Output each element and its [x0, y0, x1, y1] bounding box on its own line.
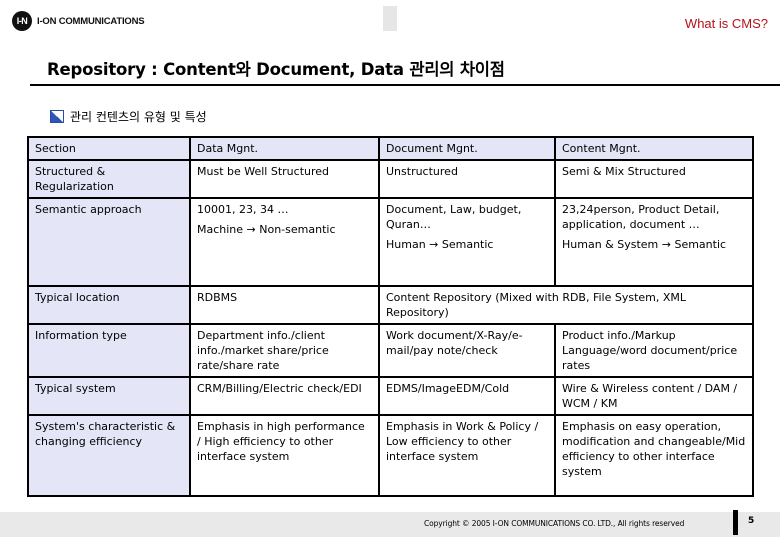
cell-text: CRM/Billing/Electric check/EDI — [197, 382, 362, 395]
cell-text: Semi & Mix Structured — [562, 165, 686, 178]
row-section-cell: Information type — [27, 323, 191, 378]
subheading-text: 관리 컨텐츠의 유형 및 특성 — [70, 110, 207, 124]
document-mgnt-cell: Document, Law, budget, Quran… Human → Se… — [378, 197, 556, 287]
table-row: Typical system CRM/Billing/Electric chec… — [27, 376, 754, 416]
cell-text: 23,24person, Product Detail, application… — [562, 203, 720, 231]
page-number: 5 — [748, 516, 755, 526]
document-mgnt-cell: Work document/X-Ray/e-mail/pay note/chec… — [378, 323, 556, 378]
header-document-mgnt: Document Mgnt. — [378, 136, 556, 161]
cell-text: Work document/X-Ray/e-mail/pay note/chec… — [386, 329, 523, 357]
cell-text: Human → Semantic — [386, 238, 494, 251]
data-mgnt-cell: Department info./client info./market sha… — [189, 323, 380, 378]
row-section-cell: System's characteristic & changing effic… — [27, 414, 191, 497]
cell-text: Emphasis in high performance / High effi… — [197, 420, 365, 463]
cell-text: Wire & Wireless content / DAM / WCM / KM — [562, 382, 738, 410]
company-logo: I-N I-ON COMMUNICATIONS — [12, 11, 145, 31]
cell-text: Emphasis in Work & Policy / Low efficien… — [386, 420, 539, 463]
cell-text: EDMS/ImageEDM/Cold — [386, 382, 510, 395]
copyright-text: Copyright © 2005 I-ON COMMUNICATIONS CO.… — [424, 519, 685, 528]
section-link-what-is-cms[interactable]: What is CMS? — [685, 16, 768, 31]
header-data-mgnt: Data Mgnt. — [189, 136, 380, 161]
header-content-mgnt: Content Mgnt. — [554, 136, 754, 161]
data-mgnt-cell: Emphasis in high performance / High effi… — [189, 414, 380, 497]
subheading: 관리 컨텐츠의 유형 및 특성 — [50, 108, 207, 125]
comparison-table: Section Data Mgnt. Document Mgnt. Conten… — [27, 136, 754, 497]
cell-text: 10001, 23, 34 … — [197, 203, 289, 216]
merged-document-content-cell: Content Repository (Mixed with RDB, File… — [378, 285, 754, 325]
data-mgnt-cell: CRM/Billing/Electric check/EDI — [189, 376, 380, 416]
data-mgnt-cell: RDBMS — [189, 285, 380, 325]
logo-mark-icon: I-N — [12, 11, 32, 31]
cell-text: Machine → Non-semantic — [197, 223, 336, 236]
content-mgnt-cell: Semi & Mix Structured — [554, 159, 754, 199]
data-mgnt-cell: Must be Well Structured — [189, 159, 380, 199]
cell-text: Emphasis on easy operation, modification… — [562, 420, 746, 478]
cell-text: Unstructured — [386, 165, 458, 178]
table-header-row: Section Data Mgnt. Document Mgnt. Conten… — [27, 136, 754, 161]
cell-text: Must be Well Structured — [197, 165, 330, 178]
cell-text: Department info./client info./market sha… — [197, 329, 329, 372]
document-mgnt-cell: EDMS/ImageEDM/Cold — [378, 376, 556, 416]
table-row: Typical location RDBMS Content Repositor… — [27, 285, 754, 325]
row-section-cell: Typical location — [27, 285, 191, 325]
document-mgnt-cell: Emphasis in Work & Policy / Low efficien… — [378, 414, 556, 497]
document-mgnt-cell: Unstructured — [378, 159, 556, 199]
cell-text: Content Repository (Mixed with RDB, File… — [386, 291, 687, 319]
data-mgnt-cell: 10001, 23, 34 … Machine → Non-semantic — [189, 197, 380, 287]
content-mgnt-cell: 23,24person, Product Detail, application… — [554, 197, 754, 287]
logo-text: I-ON COMMUNICATIONS — [37, 15, 145, 27]
table-row: System's characteristic & changing effic… — [27, 414, 754, 497]
table-row: Information type Department info./client… — [27, 323, 754, 378]
page-title: Repository : Content와 Document, Data 관리의… — [47, 60, 505, 79]
cell-text: Human & System → Semantic — [562, 238, 727, 251]
cell-text: Document, Law, budget, Quran… — [386, 203, 522, 231]
cell-text: Product info./Markup Language/word docum… — [562, 329, 738, 372]
content-mgnt-cell: Product info./Markup Language/word docum… — [554, 323, 754, 378]
title-divider — [30, 84, 780, 86]
blue-square-bullet-icon — [50, 110, 64, 123]
row-section-cell: Typical system — [27, 376, 191, 416]
header-section: Section — [27, 136, 191, 161]
header-decoration-block — [383, 6, 397, 31]
row-section-cell: Semantic approach — [27, 197, 191, 287]
cell-text: RDBMS — [197, 291, 238, 304]
table-row: Structured & Regularization Must be Well… — [27, 159, 754, 199]
row-section-cell: Structured & Regularization — [27, 159, 191, 199]
content-mgnt-cell: Wire & Wireless content / DAM / WCM / KM — [554, 376, 754, 416]
table-row: Semantic approach 10001, 23, 34 … Machin… — [27, 197, 754, 287]
footer-divider-bar — [733, 510, 738, 535]
content-mgnt-cell: Emphasis on easy operation, modification… — [554, 414, 754, 497]
